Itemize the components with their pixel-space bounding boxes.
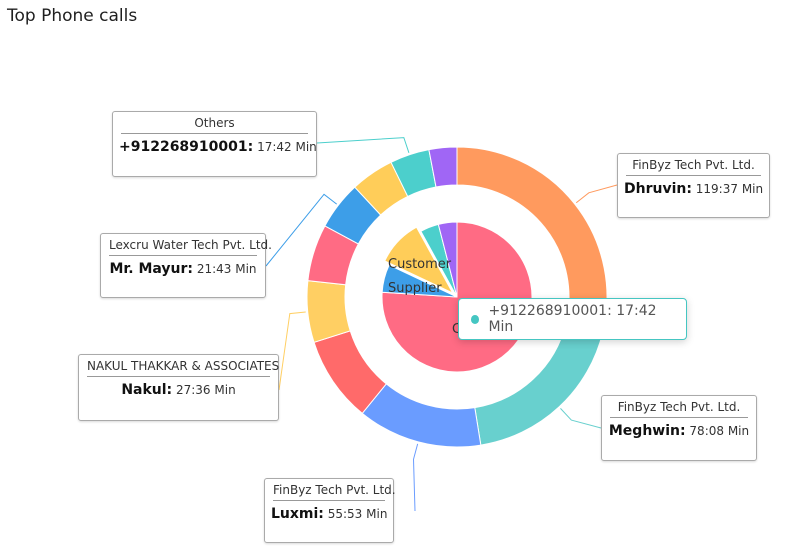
inner-label-supplier: Supplier bbox=[388, 281, 442, 296]
label-name: Dhruvin: bbox=[624, 181, 692, 197]
chart-tooltip: +912268910001: 17:42 Min bbox=[458, 298, 687, 340]
label-nakul: NAKUL THAKKAR & ASSOCIATES Nakul: 27:36 … bbox=[78, 354, 279, 421]
leader-line-2 bbox=[413, 443, 419, 512]
inner-pie bbox=[381, 221, 533, 373]
label-meghwin: FinByz Tech Pvt. Ltd. Meghwin: 78:08 Min bbox=[601, 395, 757, 461]
tooltip-text: +912268910001: 17:42 Min bbox=[488, 303, 657, 335]
leader-line-1 bbox=[560, 408, 602, 429]
label-company: Lexcru Water Tech Pvt. Ltd. bbox=[109, 238, 272, 256]
inner-label-customer: Customer bbox=[388, 257, 452, 272]
ring-slice-4[interactable] bbox=[306, 280, 351, 343]
label-time: 21:43 Min bbox=[196, 262, 257, 276]
label-company: NAKUL THAKKAR & ASSOCIATES bbox=[87, 359, 279, 377]
label-time: 55:53 Min bbox=[327, 507, 388, 521]
tooltip-dot-icon bbox=[471, 314, 480, 324]
label-name: Meghwin: bbox=[608, 423, 686, 439]
label-dhruvin: FinByz Tech Pvt. Ltd. Dhruvin: 119:37 Mi… bbox=[617, 153, 770, 218]
label-name: Nakul: bbox=[121, 382, 173, 398]
leader-line-8 bbox=[316, 137, 410, 153]
leader-line-0 bbox=[575, 184, 618, 204]
label-company: FinByz Tech Pvt. Ltd. bbox=[610, 400, 748, 418]
label-time: 27:36 Min bbox=[175, 383, 236, 397]
ring-slice-2[interactable] bbox=[361, 383, 482, 448]
label-luxmi: FinByz Tech Pvt. Ltd. Luxmi: 55:53 Min bbox=[264, 478, 396, 543]
label-name: +912268910001: bbox=[119, 139, 254, 155]
label-time: 17:42 Min bbox=[257, 140, 317, 154]
label-company: Others bbox=[121, 116, 308, 134]
label-mayur: Lexcru Water Tech Pvt. Ltd. Mr. Mayur: 2… bbox=[100, 233, 272, 298]
label-name: Luxmi: bbox=[271, 506, 324, 522]
label-time: 78:08 Min bbox=[689, 424, 750, 438]
label-time: 119:37 Min bbox=[695, 182, 764, 196]
leader-line-4 bbox=[278, 311, 306, 391]
label-name: Mr. Mayur: bbox=[109, 261, 194, 277]
label-company: FinByz Tech Pvt. Ltd. bbox=[626, 158, 761, 176]
label-company: FinByz Tech Pvt. Ltd. bbox=[273, 483, 396, 501]
label-others: Others +912268910001: 17:42 Min bbox=[112, 111, 317, 177]
